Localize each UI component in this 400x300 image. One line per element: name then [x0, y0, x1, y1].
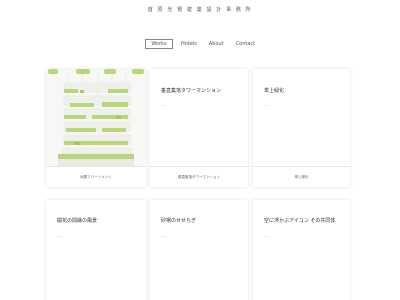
- work-card-excerpt: —: [57, 234, 61, 239]
- card-divider: [46, 166, 146, 167]
- work-card-excerpt: —: [161, 234, 165, 239]
- nav-item-works[interactable]: Works: [145, 39, 173, 49]
- nav-item-hotels[interactable]: Hotels: [177, 39, 201, 49]
- nav-item-about[interactable]: About: [205, 39, 228, 49]
- work-thumbnail-image: [46, 69, 146, 166]
- page: 首 原 光 規 建 築 設 計 事 務 所 Works Hotels About…: [0, 0, 400, 300]
- work-card-caption: 地層アパートメント: [80, 175, 112, 179]
- work-card-4[interactable]: 開花の間縁の風景 —: [46, 200, 146, 300]
- nav-item-contact[interactable]: Contact: [232, 39, 259, 49]
- work-card-1[interactable]: 地層アパートメント: [46, 69, 146, 187]
- work-card-3[interactable]: 単上緑化 — 単上緑化: [253, 69, 350, 187]
- work-card-title: 垂直集落タワーマンション: [161, 88, 222, 94]
- work-card-caption: 垂直集落タワーマンション: [178, 175, 220, 179]
- card-divider: [150, 166, 248, 167]
- work-card-title: 単上緑化: [264, 88, 285, 94]
- work-card-6[interactable]: 空に浮かぶアイコン その共同体 —: [253, 200, 350, 300]
- site-title[interactable]: 首 原 光 規 建 築 設 計 事 務 所: [0, 6, 400, 13]
- work-card-2[interactable]: 垂直集落タワーマンション — 垂直集落タワーマンション: [150, 69, 248, 187]
- main-nav: Works Hotels About Contact: [145, 39, 259, 49]
- work-card-title: 砂場のせせらぎ: [161, 218, 197, 224]
- work-card-5[interactable]: 砂場のせせらぎ —: [150, 200, 248, 300]
- card-divider: [253, 166, 350, 167]
- work-card-title: 空に浮かぶアイコン その共同体: [264, 218, 336, 224]
- work-card-excerpt: —: [161, 103, 165, 108]
- work-card-title: 開花の間縁の風景: [57, 218, 98, 224]
- work-card-caption: 単上緑化: [294, 175, 309, 179]
- work-card-excerpt: —: [264, 234, 268, 239]
- work-card-excerpt: —: [264, 103, 268, 108]
